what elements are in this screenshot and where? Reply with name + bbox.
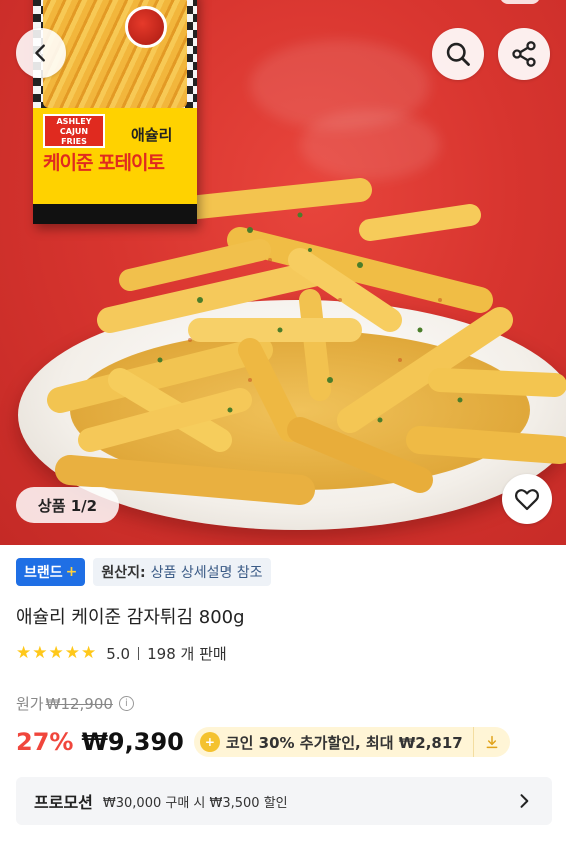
star-icon: ★ [32, 643, 48, 663]
origin-badge: 원산지: 상품 상세설명 참조 [93, 558, 271, 586]
price-row: 27% ₩9,390 + 코인 30% 추가할인, 최대 ₩2,817 [16, 727, 510, 757]
discount-rate: 27% [16, 728, 74, 756]
product-image-gallery[interactable]: ASHLEY CAJUN FRIES 애슐리 케이준 포테이토 상품 1/2 [0, 0, 566, 545]
original-price-label: 원가 [16, 695, 44, 713]
origin-key: 원산지: [101, 565, 146, 581]
package-brand-logo: ASHLEY CAJUN FRIES [43, 114, 105, 148]
search-icon [446, 42, 470, 66]
promotion-label: 프로모션 [34, 793, 93, 812]
star-icon: ★ [16, 643, 32, 663]
wishlist-button[interactable] [502, 474, 552, 524]
star-rating: ★ ★ ★ ★ ★ [16, 645, 96, 662]
info-icon[interactable]: i [118, 696, 134, 711]
brand-plus-badge[interactable]: 브랜드 + [16, 558, 86, 586]
divider [138, 647, 140, 660]
plus-icon: + [65, 564, 78, 580]
share-icon [512, 41, 536, 67]
heart-icon [515, 489, 539, 511]
rating-value: 5.0 [106, 644, 131, 663]
rating-row[interactable]: ★ ★ ★ ★ ★ 5.0 198 개 판매 [16, 643, 227, 664]
brand-badge-label: 브랜드 [24, 565, 63, 581]
coupon-download-button[interactable] [474, 727, 510, 757]
product-title: 애슐리 케이준 감자튀김 800g [16, 607, 245, 628]
download-icon [486, 735, 498, 749]
chevron-right-icon [520, 794, 529, 808]
package-footer [33, 204, 197, 224]
search-button[interactable] [432, 28, 484, 80]
coin-discount-chip[interactable]: + 코인 30% 추가할인, 최대 ₩2,817 [193, 727, 510, 757]
star-icon: ★ [48, 643, 64, 663]
package-ketchup [125, 6, 167, 48]
original-price: ₩12,900 [45, 694, 113, 713]
package-title-large: 케이준 포테이토 [43, 152, 165, 174]
origin-value: 상품 상세설명 참조 [150, 565, 263, 581]
package-title-small: 애슐리 [131, 126, 173, 144]
chevron-left-icon [35, 44, 45, 62]
promotion-banner[interactable]: 프로모션 ₩30,000 구매 시 ₩3,500 할인 [16, 777, 552, 825]
image-counter: 상품 1/2 [16, 487, 119, 523]
share-button[interactable] [498, 28, 550, 80]
star-icon: ★ [64, 643, 80, 663]
sale-price: ₩9,390 [81, 728, 184, 756]
original-price-row: 원가 ₩12,900 i [16, 693, 134, 714]
sold-count: 198 개 판매 [147, 645, 227, 663]
product-badges: 브랜드 + 원산지: 상품 상세설명 참조 [16, 558, 271, 586]
coin-icon: + [199, 732, 220, 752]
back-button[interactable] [16, 28, 66, 78]
star-icon: ★ [81, 643, 97, 663]
coin-discount-text: 코인 30% 추가할인, 최대 ₩2,817 [225, 733, 463, 752]
promotion-text: ₩30,000 구매 시 ₩3,500 할인 [102, 795, 288, 811]
status-peek [500, 0, 540, 4]
